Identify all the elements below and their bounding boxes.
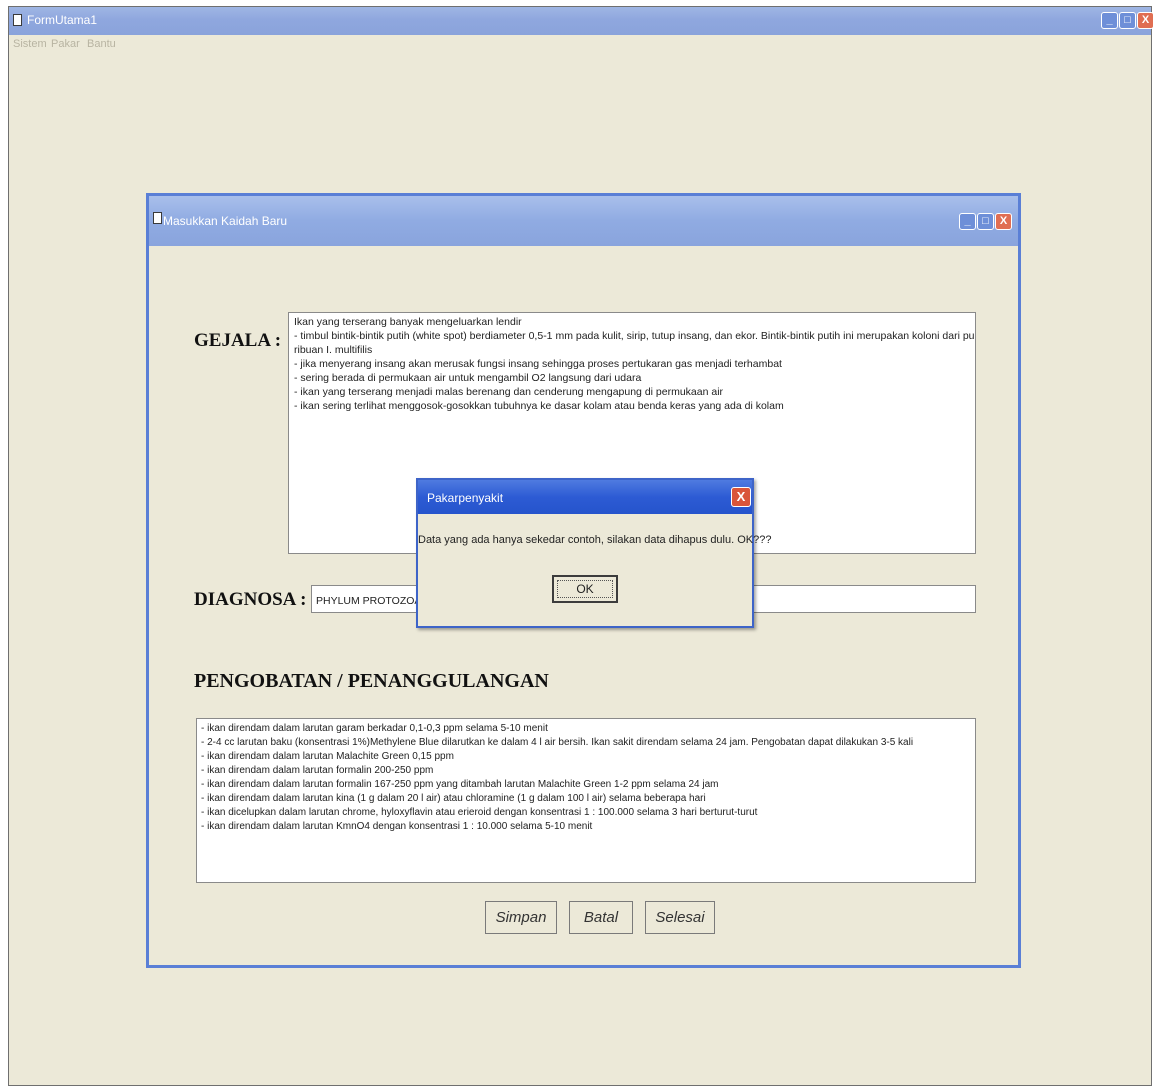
message-box-title: Pakarpenyakit xyxy=(427,491,504,505)
minimize-button[interactable]: _ xyxy=(1101,12,1118,29)
child-app-icon xyxy=(153,212,162,224)
app-icon xyxy=(13,14,22,26)
diagnosa-label: DIAGNOSA : xyxy=(194,589,307,610)
menu-bar: Sistem Pakar Bantu xyxy=(9,35,1151,57)
gejala-line: - timbul bintik-bintik putih (white spot… xyxy=(294,330,976,342)
main-window-title: FormUtama1 xyxy=(27,13,98,27)
main-titlebar[interactable]: FormUtama1 _ □ X xyxy=(9,7,1154,35)
close-button[interactable]: X xyxy=(1137,12,1154,29)
gejala-line: - ikan sering terlihat menggosok-gosokka… xyxy=(294,400,784,412)
batal-button[interactable]: Batal xyxy=(569,901,633,934)
child-minimize-button[interactable]: _ xyxy=(959,213,976,230)
child-close-button[interactable]: X xyxy=(995,213,1012,230)
message-box-close-button[interactable]: X xyxy=(731,487,751,507)
gejala-line: ribuan I. multifilis xyxy=(294,344,373,356)
diagnosa-value: PHYLUM PROTOZOA : xyxy=(316,595,427,607)
gejala-line: - ikan yang terserang menjadi malas bere… xyxy=(294,386,724,398)
ok-button-label: OK xyxy=(576,582,594,596)
pengobatan-line: - ikan direndam dalam larutan formalin 1… xyxy=(201,779,719,790)
pengobatan-label: PENGOBATAN / PENANGGULANGAN xyxy=(194,670,549,692)
gejala-line: - jika menyerang insang akan merusak fun… xyxy=(294,358,782,370)
menu-item-pakar[interactable]: Pakar xyxy=(51,38,80,50)
maximize-button[interactable]: □ xyxy=(1119,12,1136,29)
child-window-title: Masukkan Kaidah Baru xyxy=(163,214,288,228)
message-box-text: Data yang ada hanya sekedar contoh, sila… xyxy=(418,534,772,546)
pengobatan-line: - ikan direndam dalam larutan garam berk… xyxy=(201,723,548,734)
gejala-label: GEJALA : xyxy=(194,330,282,351)
menu-item-sistem[interactable]: Sistem xyxy=(13,38,47,50)
ok-button[interactable]: OK xyxy=(552,575,618,603)
pengobatan-line: - ikan dicelupkan dalam larutan chrome, … xyxy=(201,807,758,818)
pengobatan-line: - 2-4 cc larutan baku (konsentrasi 1%)Me… xyxy=(201,737,914,748)
message-box: Pakarpenyakit X Data yang ada hanya seke… xyxy=(416,478,772,628)
child-titlebar[interactable]: Masukkan Kaidah Baru _ □ X xyxy=(149,196,1018,246)
gejala-line: Ikan yang terserang banyak mengeluarkan … xyxy=(294,316,522,328)
menu-item-bantu[interactable]: Bantu xyxy=(87,38,116,50)
child-maximize-button[interactable]: □ xyxy=(977,213,994,230)
pengobatan-line: - ikan direndam dalam larutan KmnO4 deng… xyxy=(201,821,593,832)
pengobatan-line: - ikan direndam dalam larutan Malachite … xyxy=(201,751,454,762)
pengobatan-line: - ikan direndam dalam larutan formalin 2… xyxy=(201,765,434,776)
pengobatan-line: - ikan direndam dalam larutan kina (1 g … xyxy=(201,793,706,804)
simpan-button[interactable]: Simpan xyxy=(485,901,557,934)
gejala-line: - sering berada di permukaan air untuk m… xyxy=(294,372,642,384)
selesai-button[interactable]: Selesai xyxy=(645,901,715,934)
message-box-titlebar[interactable]: Pakarpenyakit X xyxy=(418,480,752,514)
pengobatan-textarea[interactable]: - ikan direndam dalam larutan garam berk… xyxy=(196,718,976,883)
